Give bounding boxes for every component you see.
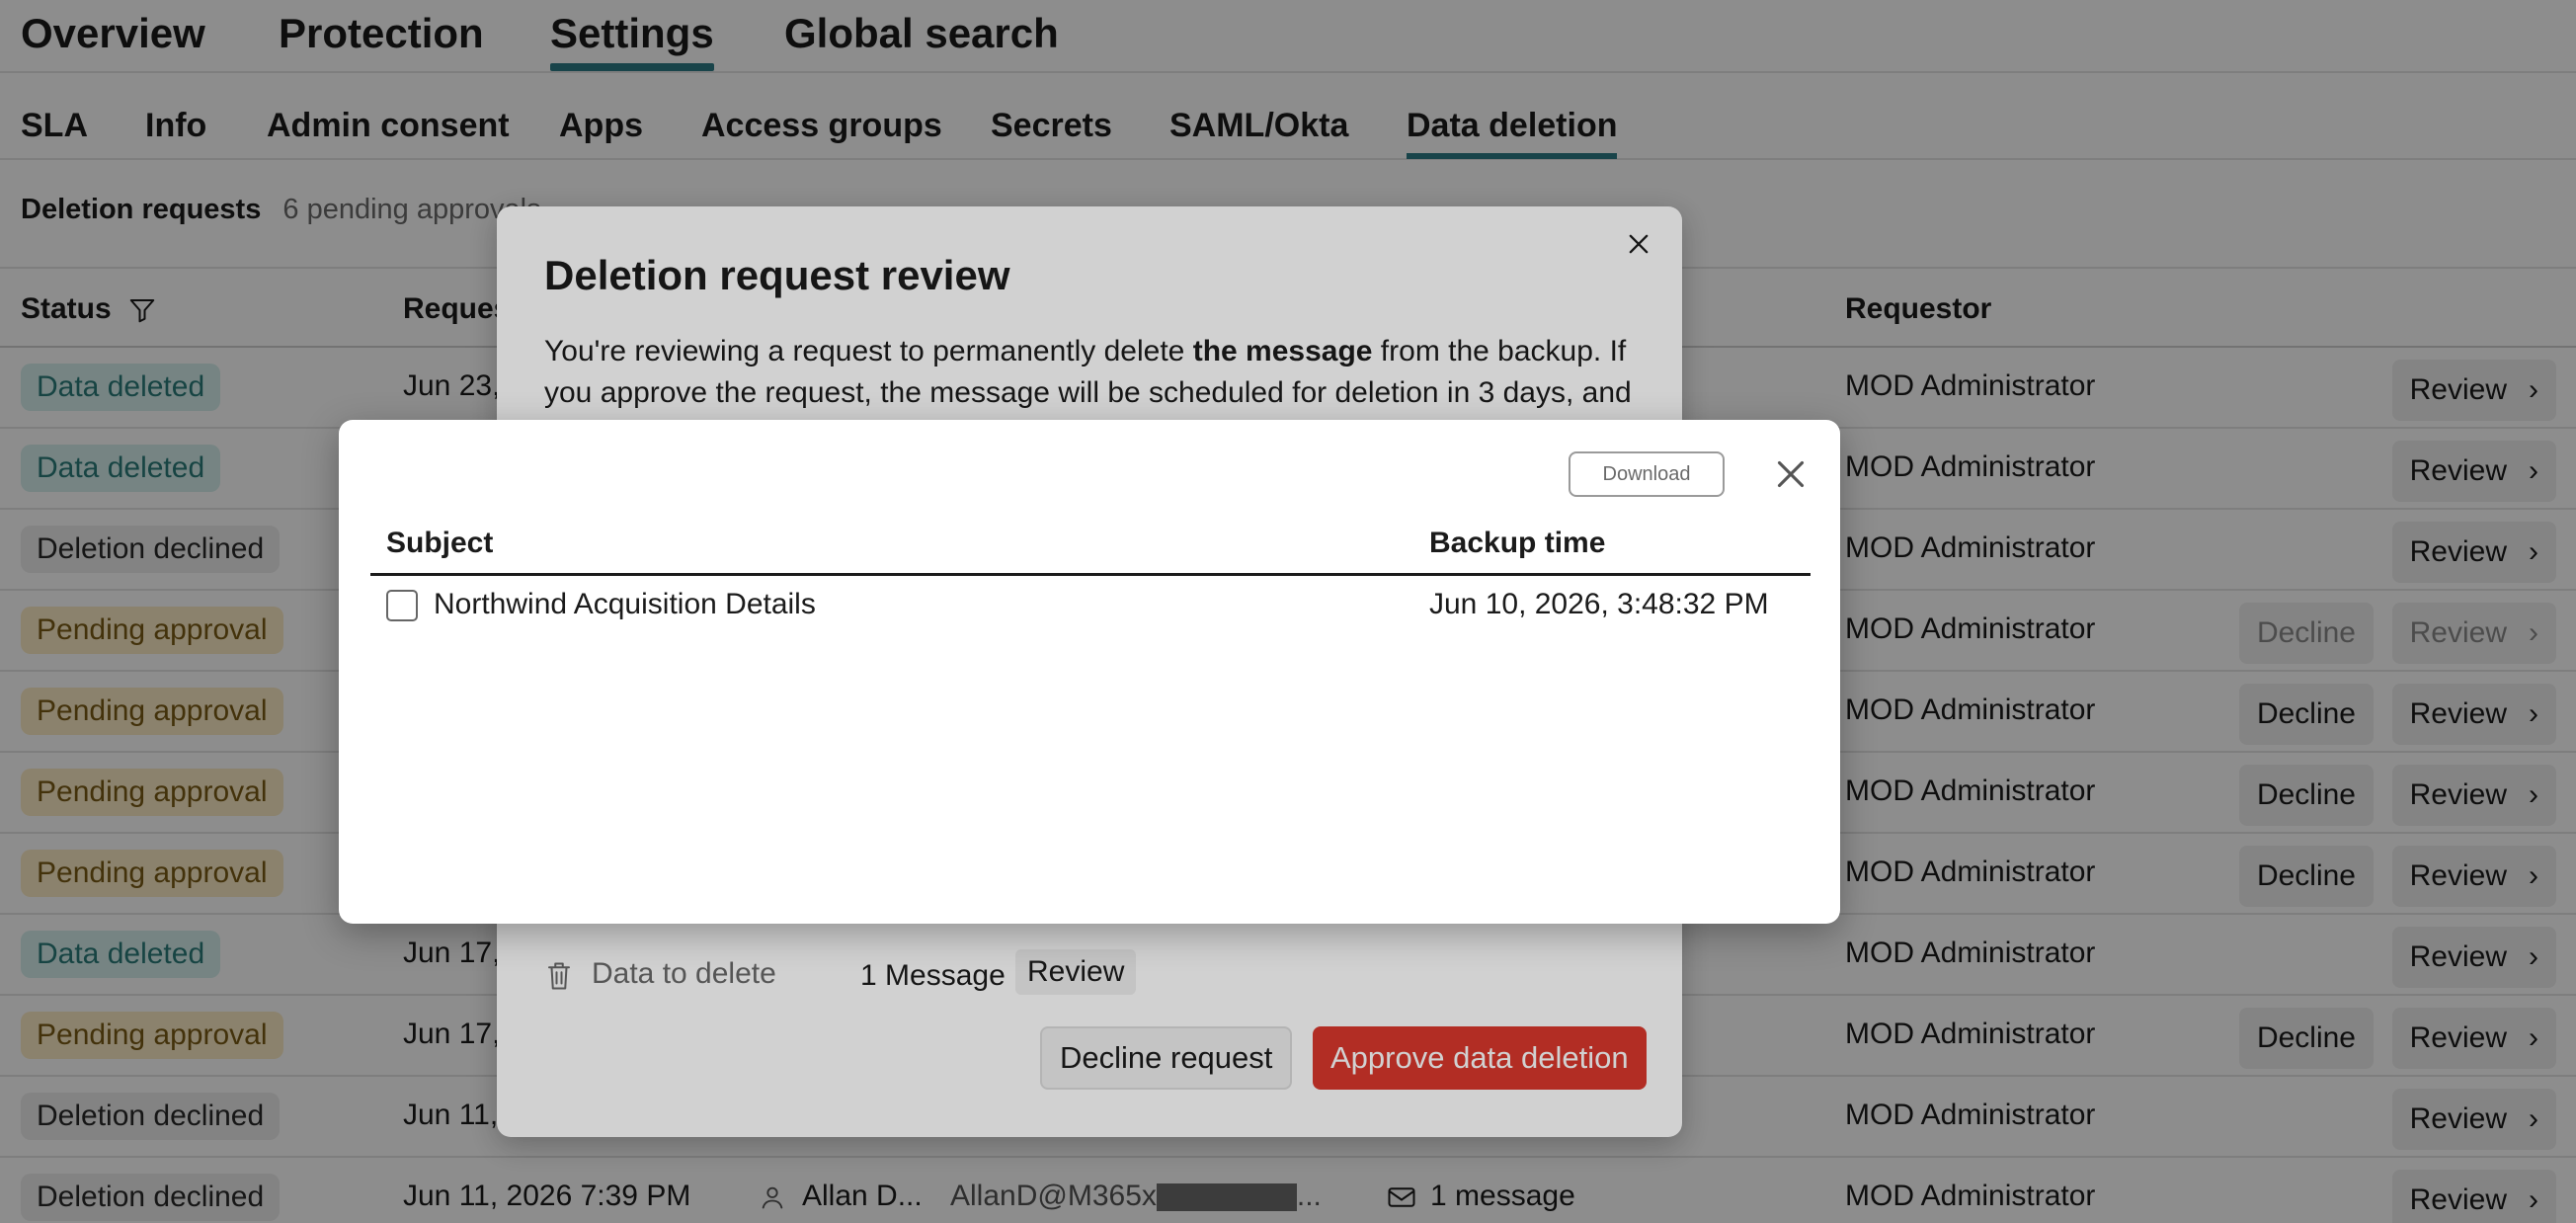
subject-column-header[interactable]: Subject <box>386 527 493 560</box>
backup-time-column-header[interactable]: Backup time <box>1429 527 1605 560</box>
download-button[interactable]: Download <box>1569 451 1725 497</box>
message-subject: Northwind Acquisition Details <box>434 588 816 620</box>
messages-to-delete-modal: Download Subject Backup time Northwind A… <box>339 420 1840 924</box>
close-icon[interactable] <box>1768 451 1813 497</box>
table-row: Northwind Acquisition Details Jun 10, 20… <box>370 578 1811 637</box>
row-checkbox[interactable] <box>386 590 418 621</box>
messages-table-header: Subject Backup time <box>370 519 1811 576</box>
message-backup-time: Jun 10, 2026, 3:48:32 PM <box>1429 588 1769 620</box>
